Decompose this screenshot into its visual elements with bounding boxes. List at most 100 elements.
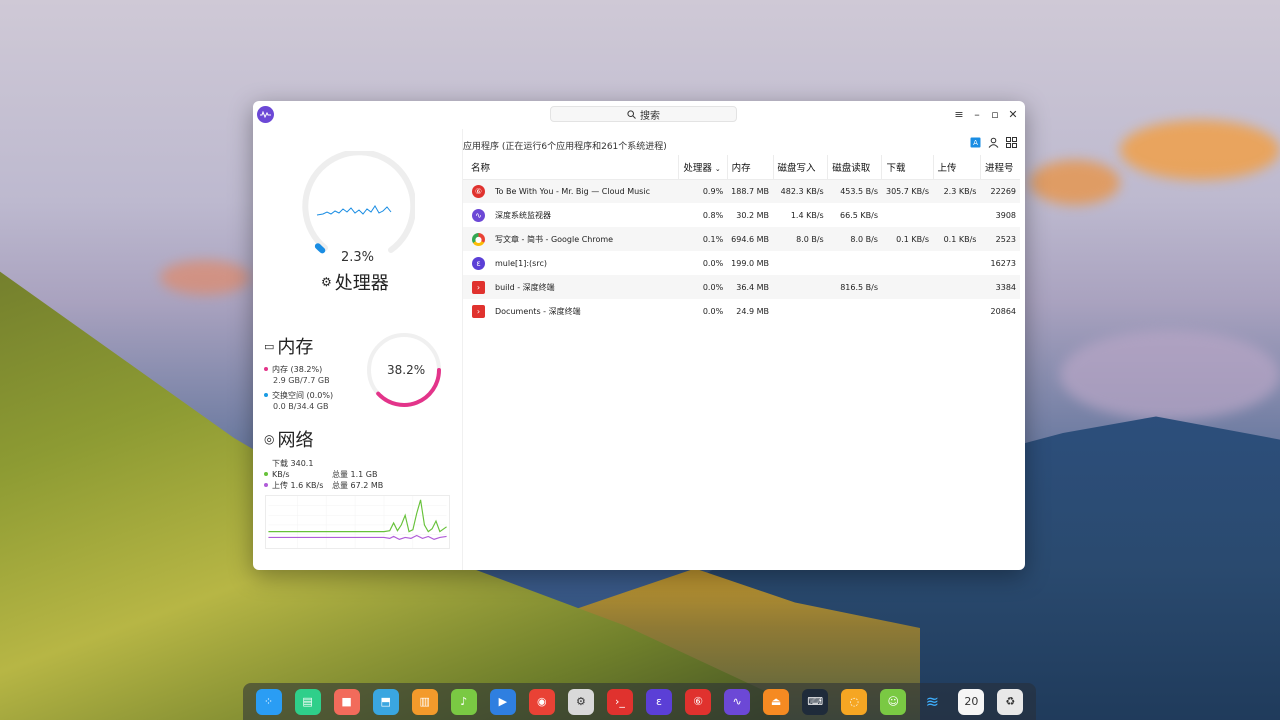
dock-system-monitor-icon[interactable]: ∿	[724, 688, 751, 715]
process-name: 深度系统监视器	[495, 210, 551, 220]
process-table: 名称 处理器 ⌄ 内存 磁盘写入 磁盘读取 下载 上传 进程号 ⑥ To Be W…	[463, 155, 1020, 323]
sort-desc-icon: ⌄	[714, 164, 721, 173]
table-row[interactable]: ∿ 深度系统监视器 0.8% 30.2 MB 1.4 KB/s 66.5 KB/s 3908	[463, 203, 1020, 227]
network-title: ◎ 网络	[264, 430, 314, 451]
maximize-button[interactable]: ▫	[989, 106, 1001, 122]
cell-mem: 694.6 MB	[727, 227, 774, 251]
dock-app-store-icon[interactable]: ⬒	[372, 688, 399, 715]
summary-panel: 2.3% ⚙ 处理器 ▭ 内存 内存 (38.2%) 2.9 GB/7.7 GB…	[253, 129, 461, 570]
cell-disk-read: 453.5 B/s	[827, 179, 882, 203]
system-monitor-icon: ∿	[472, 208, 485, 222]
app-view-icon[interactable]: A	[970, 137, 981, 148]
taskbar-dock: ⁘ ▤ ■ ⬒ ▥ ♪ ▶ ◉ ⚙ ›_ ε ⑥ ∿ ⏏ ⌨ ◌ ☺ ≋ 20 ♻	[243, 683, 1036, 720]
minimize-button[interactable]: –	[971, 106, 983, 122]
cpu-percent: 2.3%	[341, 250, 375, 265]
dock-settings-icon[interactable]: ⚙	[567, 688, 594, 715]
upload-line	[268, 534, 447, 540]
cpu-label: ⚙ 处理器	[321, 273, 389, 294]
cell-upload	[933, 251, 980, 275]
terminal-icon: ›	[472, 280, 485, 294]
cell-pid: 20864	[990, 306, 1016, 316]
process-name: Documents - 深度终端	[495, 306, 581, 316]
cell-disk-write: 8.0 B/s	[773, 227, 828, 251]
dock-uploader-icon[interactable]: ⏏	[763, 688, 790, 715]
col-download[interactable]: 下载	[881, 155, 934, 180]
process-name: mule[1]:(src)	[495, 258, 547, 268]
dock-movie-icon[interactable]: ▶	[489, 688, 516, 715]
dock-keyboard-icon[interactable]: ⌨	[802, 688, 829, 715]
cell-pid: 22269	[980, 179, 1020, 203]
col-disk-read[interactable]: 磁盘读取	[827, 155, 882, 180]
search-icon	[627, 109, 636, 119]
cell-cpu: 0.1%	[678, 227, 728, 251]
dock-netease-music-icon[interactable]: ⑥	[685, 688, 712, 715]
dock-terminal-icon[interactable]: ›_	[606, 688, 633, 715]
cell-disk-read: 8.0 B/s	[827, 227, 882, 251]
cell-disk-read	[828, 251, 882, 275]
cell-cpu: 0.8%	[702, 210, 724, 220]
dock-launcher-icon[interactable]: ⁘	[255, 688, 282, 715]
cell-disk-write: 1.4 KB/s	[790, 210, 824, 220]
app-logo-icon[interactable]	[257, 106, 274, 123]
col-upload[interactable]: 上传	[932, 155, 981, 180]
cell-pid: 2523	[980, 227, 1020, 251]
download-line	[268, 499, 447, 533]
dock-music-icon[interactable]: ♪	[450, 688, 477, 715]
table-row[interactable]: › Documents - 深度终端 0.0% 24.9 MB 20864	[463, 299, 1020, 323]
cell-upload	[933, 299, 980, 323]
process-name: To Be With You - Mr. Big — Cloud Music	[495, 186, 650, 196]
user-view-icon[interactable]	[988, 137, 999, 148]
col-memory[interactable]: 内存	[726, 155, 774, 180]
search-placeholder: 搜索	[640, 110, 660, 122]
dock-chrome-icon[interactable]: ◉	[528, 688, 555, 715]
mule-icon: ε	[472, 256, 485, 270]
col-disk-write[interactable]: 磁盘写入	[772, 155, 828, 180]
dock-screen-recorder-icon[interactable]: ■	[333, 688, 360, 715]
close-button[interactable]: ✕	[1007, 106, 1019, 122]
table-row[interactable]: ● 写文章 - 简书 - Google Chrome 0.1% 694.6 MB 8.0…	[463, 227, 1020, 251]
download-dot	[264, 472, 268, 476]
cpu-icon: ⚙	[321, 275, 332, 289]
dock-calendar-icon[interactable]: 20	[958, 688, 985, 715]
cell-upload: 0.1 KB/s	[933, 227, 981, 251]
process-name-cell: ε mule[1]:(src)	[463, 251, 679, 275]
cell-mem: 188.7 MB	[727, 179, 774, 203]
dock-android-icon[interactable]: ☺	[880, 688, 907, 715]
menu-button[interactable]: ≡	[953, 106, 965, 122]
network-chart	[265, 495, 450, 549]
col-name[interactable]: 名称	[463, 155, 679, 180]
cell-pid: 3384	[980, 275, 1020, 299]
cell-upload	[933, 275, 981, 299]
col-pid[interactable]: 进程号	[979, 155, 1020, 180]
swap-dot	[264, 393, 268, 397]
cell-download	[882, 299, 933, 323]
chrome-icon: ●	[472, 232, 485, 246]
dock-wifi-icon[interactable]: ≋	[919, 689, 945, 715]
memory-legend: 内存 (38.2%) 2.9 GB/7.7 GB	[264, 364, 330, 386]
cell-cpu: 0.9%	[678, 179, 728, 203]
table-row[interactable]: › build - 深度终端 0.0% 36.4 MB 816.5 B/s 3384	[463, 275, 1020, 299]
table-row[interactable]: ε mule[1]:(src) 0.0% 199.0 MB 16273	[463, 251, 1020, 275]
cell-disk-read: 66.5 KB/s	[840, 210, 878, 220]
dock-trash-icon[interactable]: ♻	[997, 688, 1024, 715]
process-name-cell: › Documents - 深度终端	[463, 299, 679, 323]
cell-disk-write	[773, 251, 828, 275]
dock-file-manager-icon[interactable]: ▤	[294, 688, 321, 715]
svg-text:A: A	[973, 139, 978, 147]
process-name: build - 深度终端	[495, 282, 555, 292]
netease-music-icon: ⑥	[472, 184, 485, 198]
search-input[interactable]: 搜索	[550, 106, 737, 122]
col-cpu[interactable]: 处理器 ⌄	[678, 155, 728, 180]
process-name-cell: ⑥ To Be With You - Mr. Big — Cloud Music	[463, 179, 679, 203]
terminal-icon: ›	[472, 304, 485, 318]
table-row[interactable]: ⑥ To Be With You - Mr. Big — Cloud Music 0…	[463, 179, 1020, 203]
cell-cpu: 0.0%	[678, 275, 728, 299]
dock-archive-manager-icon[interactable]: ▥	[411, 688, 438, 715]
dock-browser-icon[interactable]: ◌	[841, 688, 868, 715]
cell-download: 0.1 KB/s	[881, 227, 934, 251]
cell-pid: 16273	[990, 258, 1016, 268]
all-process-view-icon[interactable]	[1006, 137, 1017, 148]
memory-dot	[264, 367, 268, 371]
dock-draw-icon[interactable]: ε	[645, 688, 672, 715]
system-monitor-window: 搜索 ≡ – ▫ ✕ 2.3% ⚙ 处理器 ▭ 内存 内存 (38.2%) 2.…	[253, 101, 1025, 570]
